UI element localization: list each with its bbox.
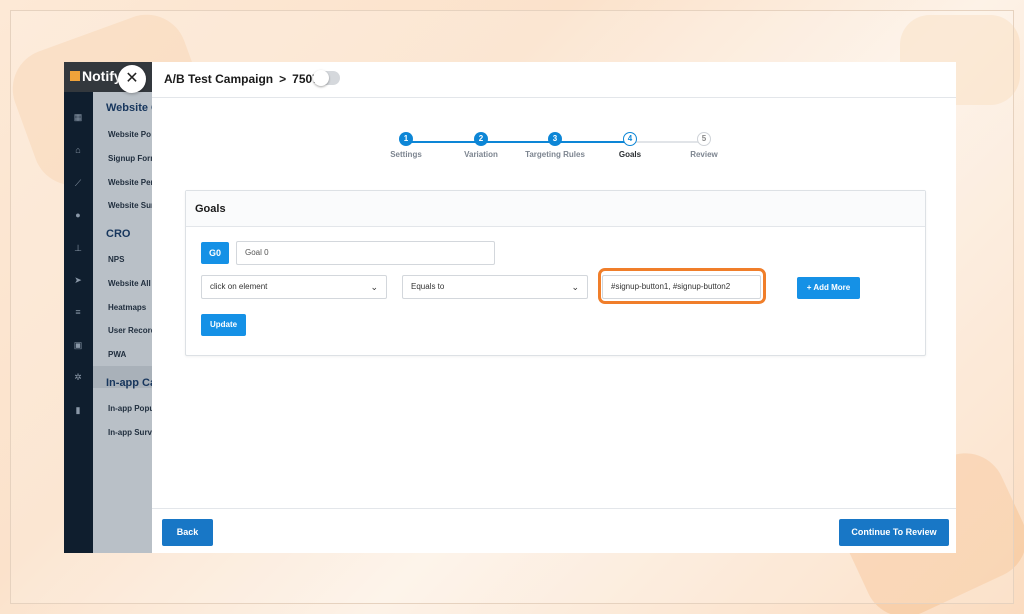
list-icon[interactable]: ≡ <box>73 307 83 317</box>
logo-mark-icon <box>70 71 80 81</box>
app-logo: Notify <box>70 68 122 84</box>
modal-footer <box>152 508 956 553</box>
icon-rail <box>64 92 93 553</box>
campaign-modal: A/B Test Campaign >7507 1 Settings 2 Vari… <box>152 62 956 553</box>
goals-panel: Goals G0 Goal 0 click on element ⌄ Equal… <box>185 190 926 356</box>
sidebar-section-inapp: In-app Car <box>106 377 153 389</box>
image-icon[interactable]: ▣ <box>73 340 83 350</box>
close-icon[interactable]: ✕ <box>118 65 146 93</box>
step-number: 4 <box>623 132 637 146</box>
sidebar-item[interactable]: In-app Popu <box>108 404 153 413</box>
panel-title: Goals <box>195 203 226 215</box>
breadcrumb-separator: > <box>279 72 287 86</box>
gear-icon[interactable]: ✲ <box>73 372 83 382</box>
sidebar-item[interactable]: Heatmaps <box>108 303 146 312</box>
chart-icon[interactable]: ⟋ <box>73 178 83 188</box>
goal-name-input[interactable]: Goal 0 <box>236 241 495 265</box>
grid-icon[interactable]: ▦ <box>73 112 83 122</box>
add-more-button[interactable]: + Add More <box>797 277 860 299</box>
sidebar-item[interactable]: Signup Form <box>108 154 153 163</box>
continue-to-review-button[interactable]: Continue To Review <box>839 519 949 546</box>
sidebar-item-active[interactable]: Website All <box>108 279 151 288</box>
sidebar-item[interactable]: NPS <box>108 255 124 264</box>
chevron-down-icon: ⌄ <box>370 282 378 292</box>
sidebar-menu: Website C Website Po Signup Form Website… <box>93 92 153 553</box>
step-review[interactable]: 5 Review <box>659 128 749 159</box>
operator-value: Equals to <box>411 282 445 291</box>
step-number: 1 <box>399 132 413 146</box>
step-number: 3 <box>548 132 562 146</box>
step-number: 5 <box>697 132 711 146</box>
sidebar-item[interactable]: In-app Surve <box>108 428 153 437</box>
sidebar-section-cro: CRO <box>106 228 131 240</box>
sidebar-item[interactable]: Website Po <box>108 130 151 139</box>
breadcrumb: A/B Test Campaign >7507 <box>164 72 325 86</box>
update-button[interactable]: Update <box>201 314 246 336</box>
toggle-knob <box>313 70 329 86</box>
step-number: 2 <box>474 132 488 146</box>
chevron-down-icon: ⌄ <box>571 282 579 292</box>
campaign-toggle[interactable] <box>313 70 340 86</box>
event-type-select[interactable]: click on element ⌄ <box>201 275 387 299</box>
sidebar-item[interactable]: User Record <box>108 326 153 335</box>
event-type-value: click on element <box>210 282 268 291</box>
sitemap-icon[interactable]: ⊥ <box>73 243 83 253</box>
send-icon[interactable]: ➤ <box>73 275 83 285</box>
modal-header: A/B Test Campaign >7507 <box>152 62 956 98</box>
document-icon[interactable]: ▮ <box>73 405 83 415</box>
goal-badge: G0 <box>201 242 229 264</box>
goals-panel-header: Goals <box>186 191 925 227</box>
sidebar-item[interactable]: Website Per <box>108 178 153 187</box>
sidebar-item[interactable]: Website Sur <box>108 201 153 210</box>
sidebar-item[interactable]: PWA <box>108 350 126 359</box>
breadcrumb-parent[interactable]: A/B Test Campaign <box>164 72 273 86</box>
back-button[interactable]: Back <box>162 519 213 546</box>
users-icon[interactable]: ● <box>73 210 83 220</box>
home-icon[interactable]: ⌂ <box>73 145 83 155</box>
sidebar-section-website: Website C <box>106 102 153 114</box>
operator-select[interactable]: Equals to ⌄ <box>402 275 588 299</box>
step-label: Review <box>690 150 718 159</box>
annotation-highlight <box>598 268 766 304</box>
